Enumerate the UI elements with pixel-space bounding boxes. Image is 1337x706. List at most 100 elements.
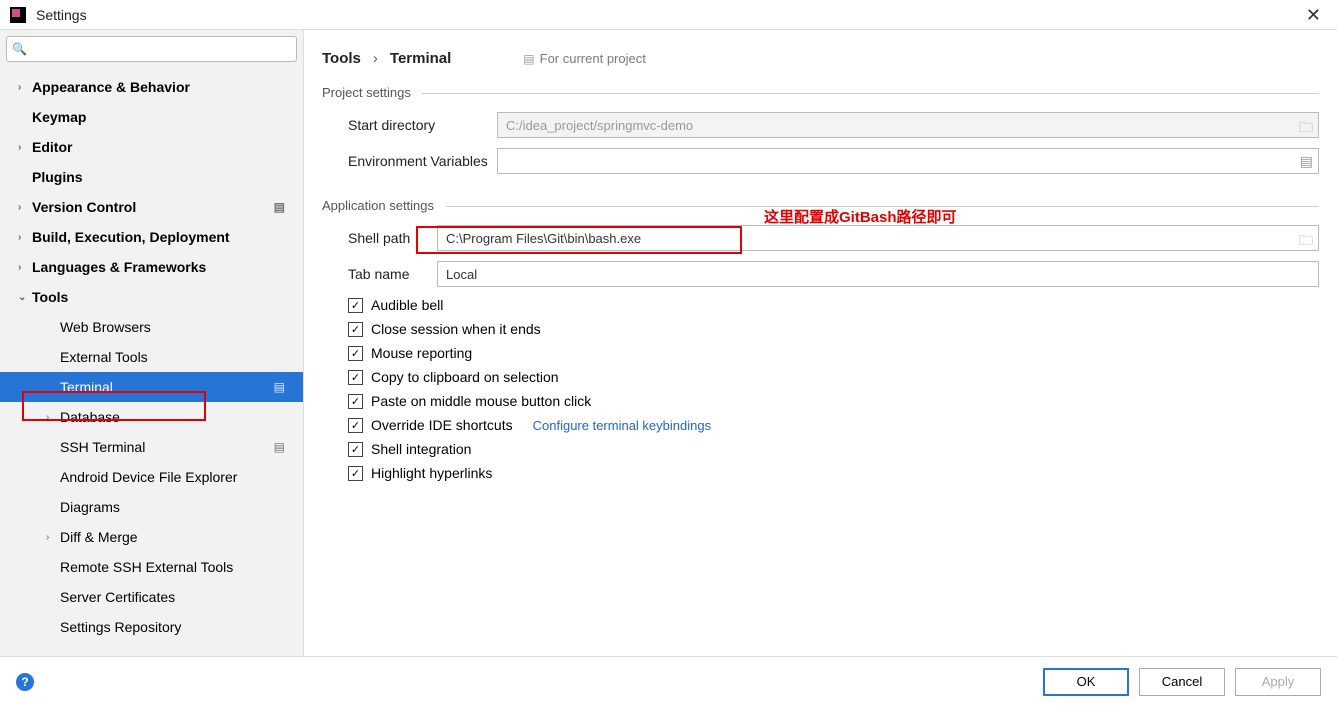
- tree-item-editor[interactable]: ›Editor: [0, 132, 303, 162]
- row-shell-path: Shell path 🗀: [322, 225, 1319, 251]
- checkbox-icon[interactable]: ✓: [348, 298, 363, 313]
- tree-item-languages-frameworks[interactable]: ›Languages & Frameworks: [0, 252, 303, 282]
- settings-tree[interactable]: ›Appearance & BehaviorKeymap›EditorPlugi…: [0, 68, 303, 656]
- window-title: Settings: [36, 7, 87, 23]
- checkbox-icon[interactable]: ✓: [348, 442, 363, 457]
- tree-item-build-execution-deployment[interactable]: ›Build, Execution, Deployment: [0, 222, 303, 252]
- tree-item-appearance-behavior[interactable]: ›Appearance & Behavior: [0, 72, 303, 102]
- tree-item-diagrams[interactable]: Diagrams: [0, 492, 303, 522]
- chevron-icon: ›: [18, 142, 32, 153]
- link-configure-keybindings[interactable]: Configure terminal keybindings: [533, 418, 711, 433]
- tree-item-label: Version Control: [32, 199, 136, 215]
- chevron-icon: ›: [18, 202, 32, 213]
- checkbox-icon[interactable]: ✓: [348, 322, 363, 337]
- tree-item-ssh-terminal[interactable]: SSH Terminal ▤: [0, 432, 303, 462]
- check-mouse-reporting[interactable]: ✓Mouse reporting: [348, 345, 1319, 361]
- label-shell-path: Shell path: [322, 230, 437, 246]
- chevron-icon: ›: [18, 232, 32, 243]
- tree-item-label: Android Device File Explorer: [60, 469, 237, 485]
- checkbox-icon[interactable]: ✓: [348, 370, 363, 385]
- check-close-session[interactable]: ✓Close session when it ends: [348, 321, 1319, 337]
- folder-icon[interactable]: 🗀: [1299, 117, 1313, 141]
- chevron-icon: ›: [18, 82, 32, 93]
- help-icon[interactable]: ?: [16, 673, 34, 691]
- breadcrumb-sep: ›: [373, 50, 378, 67]
- tree-item-label: Web Browsers: [60, 319, 151, 335]
- tree-item-label: Tools: [32, 289, 68, 305]
- project-scope-icon: ▤: [274, 380, 285, 394]
- titlebar: Settings ✕: [0, 0, 1337, 30]
- input-env-vars[interactable]: [497, 148, 1319, 174]
- input-start-directory[interactable]: [497, 112, 1319, 138]
- close-icon[interactable]: ✕: [1300, 6, 1327, 24]
- breadcrumb: Tools › Terminal ▤ For current project: [322, 50, 1319, 67]
- check-paste-middle[interactable]: ✓Paste on middle mouse button click: [348, 393, 1319, 409]
- tree-item-settings-repository[interactable]: Settings Repository: [0, 612, 303, 642]
- tree-item-web-browsers[interactable]: Web Browsers: [0, 312, 303, 342]
- check-override-ide[interactable]: ✓Override IDE shortcutsConfigure termina…: [348, 417, 1319, 433]
- cancel-button[interactable]: Cancel: [1139, 668, 1225, 696]
- chevron-icon: ›: [46, 532, 60, 543]
- tree-item-label: Server Certificates: [60, 589, 175, 605]
- checkbox-icon[interactable]: ✓: [348, 346, 363, 361]
- tree-item-external-tools[interactable]: External Tools: [0, 342, 303, 372]
- row-tab-name: Tab name: [322, 261, 1319, 287]
- chevron-icon: ›: [18, 262, 32, 273]
- row-env-vars: Environment Variables ▤: [322, 148, 1319, 174]
- tree-item-remote-ssh-external-tools[interactable]: Remote SSH External Tools: [0, 552, 303, 582]
- input-tab-name[interactable]: [437, 261, 1319, 287]
- tree-item-label: External Tools: [60, 349, 148, 365]
- tree-item-label: Settings Repository: [60, 619, 181, 635]
- project-scope-icon: ▤: [274, 200, 285, 214]
- chevron-icon: ⌄: [18, 292, 32, 303]
- list-icon[interactable]: ▤: [1300, 153, 1313, 170]
- search-icon: 🔍: [12, 42, 27, 56]
- check-copy-clipboard[interactable]: ✓Copy to clipboard on selection: [348, 369, 1319, 385]
- check-shell-integration[interactable]: ✓Shell integration: [348, 441, 1319, 457]
- tree-item-android-device-file-explorer[interactable]: Android Device File Explorer: [0, 462, 303, 492]
- label-tab-name: Tab name: [322, 266, 437, 282]
- ok-button[interactable]: OK: [1043, 668, 1129, 696]
- tree-item-label: Keymap: [32, 109, 86, 125]
- apply-button[interactable]: Apply: [1235, 668, 1321, 696]
- label-start-directory: Start directory: [322, 117, 497, 133]
- tree-item-label: Remote SSH External Tools: [60, 559, 233, 575]
- tree-item-label: Diagrams: [60, 499, 120, 515]
- tree-item-label: Database: [60, 409, 120, 425]
- breadcrumb-current: Terminal: [390, 50, 451, 67]
- tree-item-tools[interactable]: ⌄Tools: [0, 282, 303, 312]
- tree-item-label: Editor: [32, 139, 72, 155]
- tree-item-diff-merge[interactable]: ›Diff & Merge: [0, 522, 303, 552]
- check-audible-bell[interactable]: ✓Audible bell: [348, 297, 1319, 313]
- search-input[interactable]: [6, 36, 297, 62]
- dialog-footer: ? OK Cancel Apply: [0, 656, 1337, 706]
- chevron-icon: ›: [46, 412, 60, 423]
- tree-item-terminal[interactable]: Terminal ▤: [0, 372, 303, 402]
- tree-item-label: Terminal: [60, 379, 113, 395]
- tree-item-version-control[interactable]: ›Version Control ▤: [0, 192, 303, 222]
- check-highlight-hyperlinks[interactable]: ✓Highlight hyperlinks: [348, 465, 1319, 481]
- tree-item-label: Appearance & Behavior: [32, 79, 190, 95]
- tree-item-keymap[interactable]: Keymap: [0, 102, 303, 132]
- checkbox-icon[interactable]: ✓: [348, 418, 363, 433]
- checkbox-icon[interactable]: ✓: [348, 466, 363, 481]
- tree-item-plugins[interactable]: Plugins: [0, 162, 303, 192]
- app-icon: [10, 7, 26, 23]
- folder-icon[interactable]: 🗀: [1299, 230, 1313, 254]
- tree-item-label: Plugins: [32, 169, 83, 185]
- content-pane: Tools › Terminal ▤ For current project P…: [304, 30, 1337, 656]
- tree-item-server-certificates[interactable]: Server Certificates: [0, 582, 303, 612]
- row-start-directory: Start directory 🗀: [322, 112, 1319, 138]
- settings-sidebar: 🔍 ›Appearance & BehaviorKeymap›EditorPlu…: [0, 30, 304, 656]
- section-project-settings: Project settings: [322, 85, 1319, 100]
- tree-item-label: SSH Terminal: [60, 439, 145, 455]
- checkbox-icon[interactable]: ✓: [348, 394, 363, 409]
- tree-item-database[interactable]: ›Database: [0, 402, 303, 432]
- breadcrumb-root[interactable]: Tools: [322, 50, 361, 67]
- input-shell-path[interactable]: [437, 225, 1319, 251]
- project-scope-icon: ▤: [523, 52, 534, 66]
- project-scope-icon: ▤: [274, 440, 285, 454]
- for-current-project-tag: ▤ For current project: [523, 51, 646, 66]
- tree-item-label: Languages & Frameworks: [32, 259, 206, 275]
- checkbox-group: ✓Audible bell ✓Close session when it end…: [322, 297, 1319, 481]
